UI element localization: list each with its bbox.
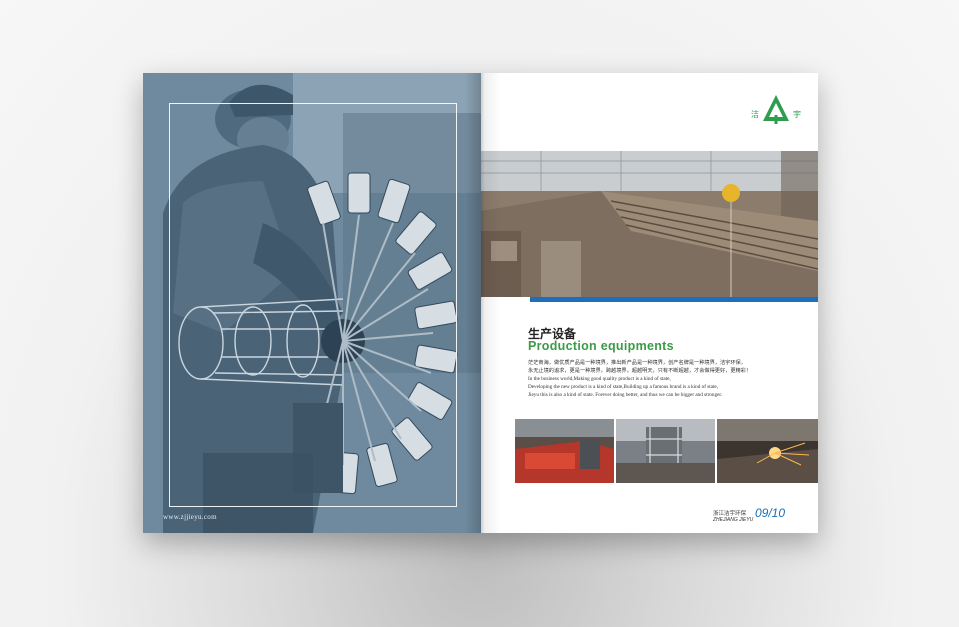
company-logo: 洁 宇 [751,93,807,133]
right-page: 洁 宇 生产设备 Production equipments 茫茫商海，做优质产… [481,73,818,533]
workshop-gantry-photo [616,419,715,483]
website-url: www.zjjieyu.com [163,513,217,521]
section-title-en: Production equipments [528,339,674,353]
body-line: Jieyu this is also a kind of state. Fore… [528,391,723,398]
blue-accent-bar [530,297,818,302]
welding-machine-photo [515,419,614,483]
left-page: www.zjjieyu.com [143,73,481,533]
brochure-spread: www.zjjieyu.com 洁 宇 生产设备 Production equi… [143,73,818,533]
body-line: In the business world,Making good qualit… [528,375,671,382]
steel-factory-photo [481,151,818,297]
page-spine-shadow [465,73,501,533]
section-body: 茫茫商海，做优质产品是一种境界，推出新产品是一种境界，创产名牌是一种境界，洁宇环… [528,360,816,400]
cutting-sparks-photo [717,419,818,483]
photo-frame [169,103,457,507]
logo-char-left: 洁 [751,110,759,119]
page-number: 09/10 [755,506,786,520]
body-line: Developing the new product is a kind of … [528,383,719,390]
logo-char-right: 宇 [793,110,801,119]
body-line: 永无止境的追求，更是一种境界，跨越境界，超越明天，只有不断超越，才会做得更好，更… [528,367,752,374]
body-line: 茫茫商海，做优质产品是一种境界，推出新产品是一种境界，创产名牌是一种境界，洁宇环… [528,360,746,366]
tree-logo-icon [763,95,789,124]
footer-company-cn: 浙江洁宇环保 [713,511,747,517]
footer-company-en: ZHEJIANG JIEYU [713,517,754,523]
